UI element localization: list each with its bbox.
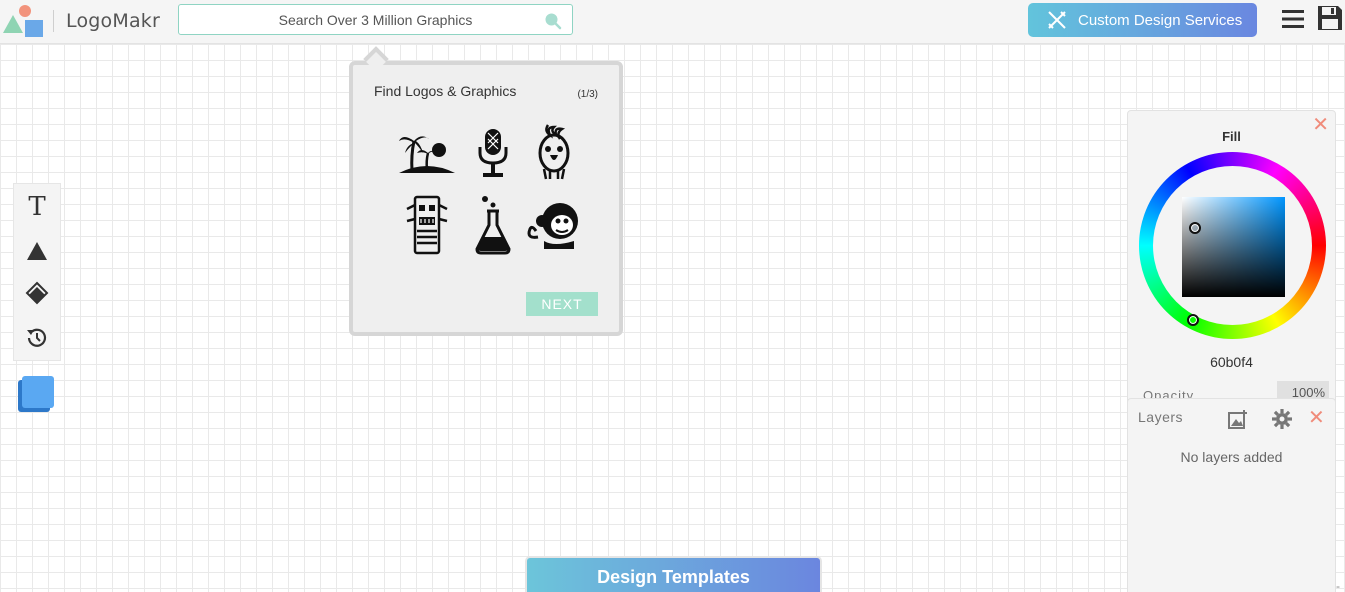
fill-close-icon[interactable]: ✕	[1312, 115, 1329, 135]
shape-tool-icon[interactable]	[24, 238, 50, 264]
layers-title: Layers	[1138, 409, 1184, 425]
color-swatch-icon[interactable]	[18, 376, 56, 412]
popover-title: Find Logos & Graphics	[374, 83, 517, 99]
paint-bucket-icon[interactable]	[24, 280, 50, 306]
microphone-icon[interactable]	[463, 123, 523, 183]
monkey-icon[interactable]	[524, 195, 584, 255]
add-image-icon[interactable]	[1228, 409, 1248, 429]
layers-panel: Layers ✕ No layers added	[1127, 398, 1336, 592]
search-box[interactable]	[178, 4, 573, 35]
text-tool-icon[interactable]: T	[24, 192, 50, 222]
pencil-ruler-icon	[1048, 11, 1066, 29]
logo-divider	[53, 10, 54, 32]
flask-icon[interactable]	[463, 195, 523, 255]
history-icon[interactable]	[24, 325, 50, 351]
hex-value[interactable]: 60b0f4	[1128, 354, 1335, 370]
layers-empty-message: No layers added	[1180, 449, 1283, 465]
brand-name[interactable]: LogoMakr	[66, 10, 160, 32]
saturation-value-square[interactable]	[1182, 197, 1285, 297]
search-icon[interactable]	[544, 12, 562, 30]
cockatoo-icon[interactable]	[524, 123, 584, 183]
custom-design-services-label: Custom Design Services	[1078, 11, 1243, 29]
save-icon[interactable]	[1317, 5, 1343, 31]
layers-close-icon[interactable]: ✕	[1308, 408, 1325, 428]
design-templates-button[interactable]: Design Templates	[525, 556, 822, 592]
fill-panel: Fill ✕ 60b0f4 Opacity 100%	[1127, 110, 1336, 405]
find-graphics-popover: Find Logos & Graphics (1/3) NEXT	[349, 46, 623, 336]
search-input[interactable]	[179, 5, 572, 34]
next-button[interactable]: NEXT	[526, 292, 598, 316]
menu-icon[interactable]	[1282, 9, 1304, 29]
left-toolbar: T	[13, 183, 61, 361]
hue-handle[interactable]	[1187, 314, 1199, 326]
palm-island-icon[interactable]	[397, 123, 457, 183]
popover-step-indicator: (1/3)	[577, 89, 598, 100]
saturation-value-handle[interactable]	[1189, 222, 1201, 234]
custom-design-services-button[interactable]: Custom Design Services	[1028, 3, 1257, 37]
top-bar: LogoMakr Custom Design Services	[0, 0, 1345, 44]
gear-icon[interactable]	[1271, 408, 1293, 430]
popover-pointer	[363, 46, 389, 72]
resize-corner: -	[1336, 579, 1340, 592]
logomakr-logo-icon[interactable]	[1, 3, 45, 39]
fill-panel-title: Fill	[1222, 129, 1241, 144]
tiki-icon[interactable]	[397, 195, 457, 255]
